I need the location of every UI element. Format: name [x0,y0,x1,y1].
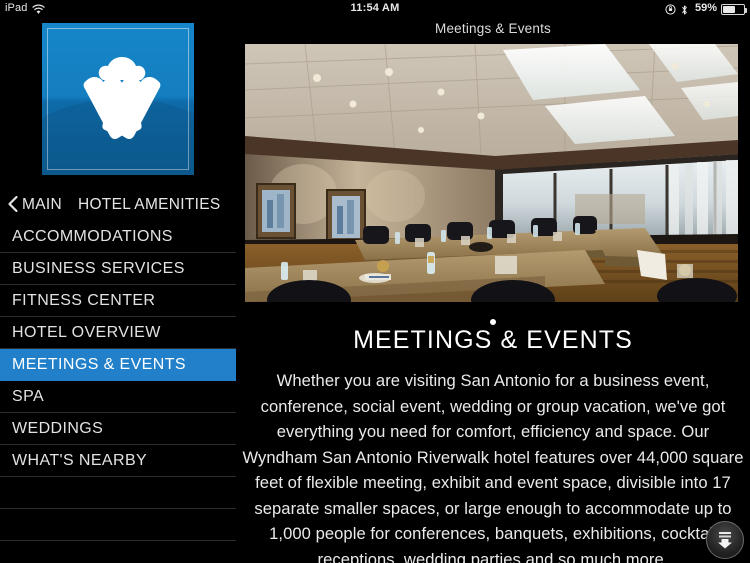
content-heading: MEETINGS & EVENTS [353,326,633,354]
battery-icon [721,4,747,15]
app-root: iPad 11:54 AM 59% Meetings & Events MAIN… [0,0,750,563]
logo-box [38,19,198,179]
sidebar-menu: ACCOMMODATIONS BUSINESS SERVICES FITNESS… [0,221,236,563]
page-title: Meetings & Events [435,21,551,36]
sidebar-item-label: ACCOMMODATIONS [12,227,173,245]
sidebar-item-whats-nearby[interactable]: WHAT'S NEARBY [0,445,236,477]
sidebar-item-fitness-center[interactable]: FITNESS CENTER [0,285,236,317]
battery-percent-label: 59% [694,2,717,14]
sidebar-item-label: HOTEL OVERVIEW [12,323,161,341]
section-label: HOTEL AMENITIES [77,196,221,213]
sidebar-item-business-services[interactable]: BUSINESS SERVICES [0,253,236,285]
meeting-room-illustration [245,44,738,302]
status-bar: iPad 11:54 AM 59% [0,0,750,17]
status-bar-right: 59% [665,0,747,17]
meeting-room-photo[interactable] [245,44,738,302]
sidebar-item-weddings[interactable]: WEDDINGS [0,413,236,445]
sidebar: MAIN HOTEL AMENITIES ACCOMMODATIONS BUSI… [0,17,236,563]
sidebar-item-empty [0,477,236,509]
content-panel: MEETINGS & EVENTS Whether you are visiti… [236,40,750,563]
sidebar-item-hotel-overview[interactable]: HOTEL OVERVIEW [0,317,236,349]
sidebar-item-label: WHAT'S NEARBY [12,451,148,469]
sidebar-item-label: BUSINESS SERVICES [12,259,185,277]
sidebar-item-accommodations[interactable]: ACCOMMODATIONS [0,221,236,253]
sidebar-item-label: FITNESS CENTER [12,291,156,309]
sidebar-item-empty [0,541,236,563]
rotation-lock-icon [665,3,676,16]
sidebar-item-label: SPA [12,387,45,405]
sidebar-item-spa[interactable]: SPA [0,381,236,413]
page-dot[interactable] [490,319,496,325]
clock-label: 11:54 AM [350,2,400,14]
sidebar-item-empty [0,509,236,541]
back-navigation[interactable]: MAIN HOTEL AMENITIES [0,189,236,221]
chevron-left-icon[interactable] [5,194,21,214]
bluetooth-icon [680,4,691,16]
sidebar-item-label: WEDDINGS [12,419,104,437]
back-label[interactable]: MAIN [22,196,62,214]
wyndham-logo [38,19,198,179]
logo-mark-icon [42,57,194,175]
scroll-down-button[interactable] [706,521,744,559]
content-body-text: Whether you are visiting San Antonio for… [242,371,744,563]
sidebar-item-label: MEETINGS & EVENTS [12,355,186,373]
scroll-down-icon [714,529,736,551]
sidebar-item-meetings-events[interactable]: MEETINGS & EVENTS [0,349,236,381]
